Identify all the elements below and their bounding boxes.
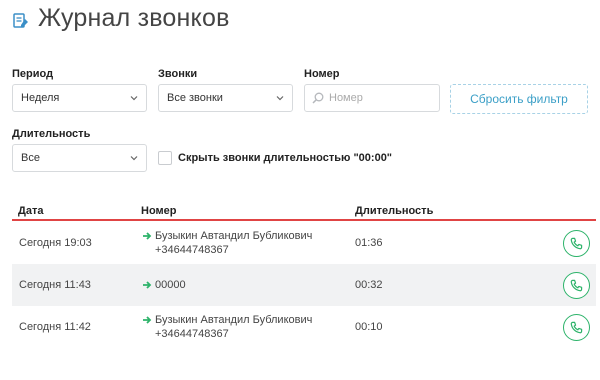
phone-icon — [570, 279, 583, 292]
search-icon — [312, 92, 324, 104]
chevron-down-icon — [276, 96, 284, 101]
caller-name: Бузыкин Автандил Бубликович — [155, 230, 313, 242]
call-duration: 00:10 — [355, 321, 383, 333]
column-header-number: Номер — [141, 205, 177, 217]
period-select[interactable]: Неделя — [12, 84, 147, 112]
page-title: Журнал звонков — [38, 4, 230, 32]
table-row: Сегодня 11:42 Бузыкин Автандил Бубликови… — [12, 306, 596, 348]
period-select-value: Неделя — [21, 92, 60, 104]
call-duration: 00:32 — [355, 279, 383, 291]
period-label: Период — [12, 68, 54, 80]
call-date: Сегодня 11:42 — [19, 321, 91, 333]
chevron-down-icon — [130, 96, 138, 101]
table-row: Сегодня 19:03 Бузыкин Автандил Бубликови… — [12, 222, 596, 264]
incoming-call-arrow-icon — [143, 281, 152, 289]
caller-phone: +34644748367 — [155, 328, 229, 340]
duration-select-value: Все — [21, 152, 40, 164]
call-back-button[interactable] — [563, 230, 590, 257]
number-search-field[interactable] — [304, 84, 440, 112]
number-label: Номер — [304, 68, 340, 80]
hide-zero-checkbox[interactable] — [158, 151, 172, 165]
caller-phone: +34644748367 — [155, 244, 229, 256]
incoming-call-arrow-icon — [143, 316, 152, 324]
call-duration: 01:36 — [355, 237, 383, 249]
calls-select-value: Все звонки — [167, 92, 223, 104]
hide-zero-label: Скрыть звонки длительностью "00:00" — [178, 152, 393, 164]
caller-name: Бузыкин Автандил Бубликович — [155, 314, 313, 326]
phone-icon — [570, 237, 583, 250]
table-header-divider — [12, 219, 596, 221]
call-date: Сегодня 19:03 — [19, 237, 92, 249]
table-row: Сегодня 11:43 00000 00:32 — [12, 264, 596, 306]
chevron-down-icon — [130, 156, 138, 161]
number-search-input[interactable] — [329, 92, 429, 104]
call-date: Сегодня 11:43 — [19, 279, 91, 291]
calls-select[interactable]: Все звонки — [158, 84, 293, 112]
call-back-button[interactable] — [563, 314, 590, 341]
call-back-button[interactable] — [563, 272, 590, 299]
duration-label: Длительность — [12, 128, 91, 140]
column-header-duration: Длительность — [355, 205, 434, 217]
caller-name: 00000 — [155, 279, 186, 291]
incoming-call-arrow-icon — [143, 232, 152, 240]
duration-select[interactable]: Все — [12, 144, 147, 172]
column-header-date: Дата — [18, 205, 44, 217]
call-log-icon — [13, 13, 28, 28]
reset-filter-button[interactable]: Сбросить фильтр — [450, 84, 588, 114]
calls-label: Звонки — [158, 68, 198, 80]
phone-icon — [570, 321, 583, 334]
